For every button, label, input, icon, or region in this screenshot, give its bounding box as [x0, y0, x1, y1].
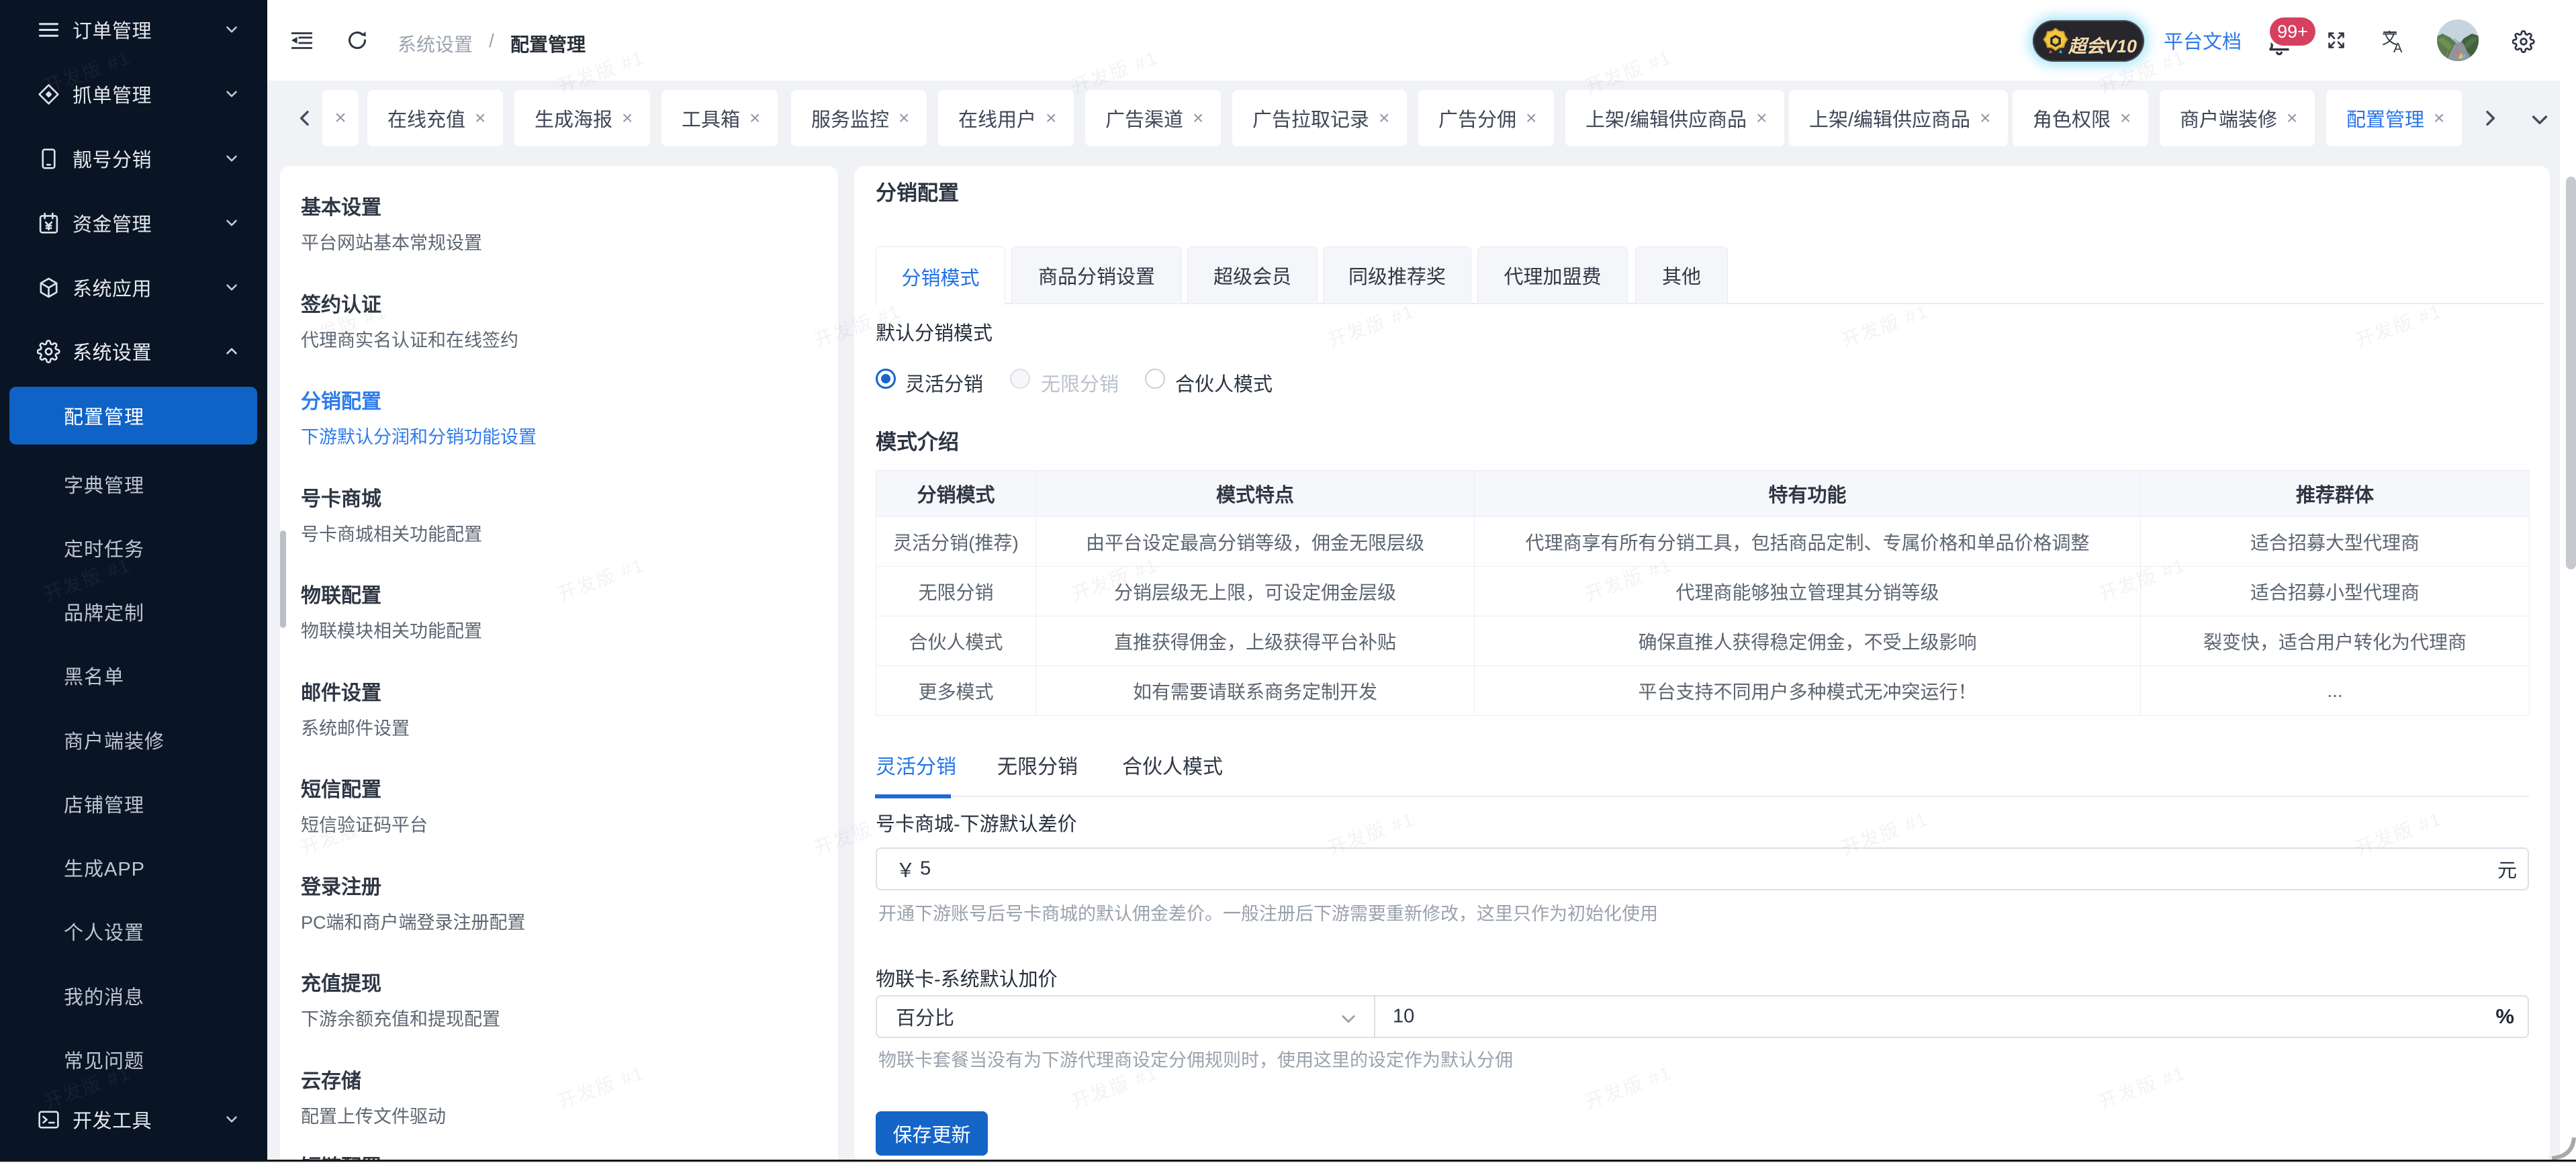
svg-text:A: A [2393, 41, 2403, 52]
